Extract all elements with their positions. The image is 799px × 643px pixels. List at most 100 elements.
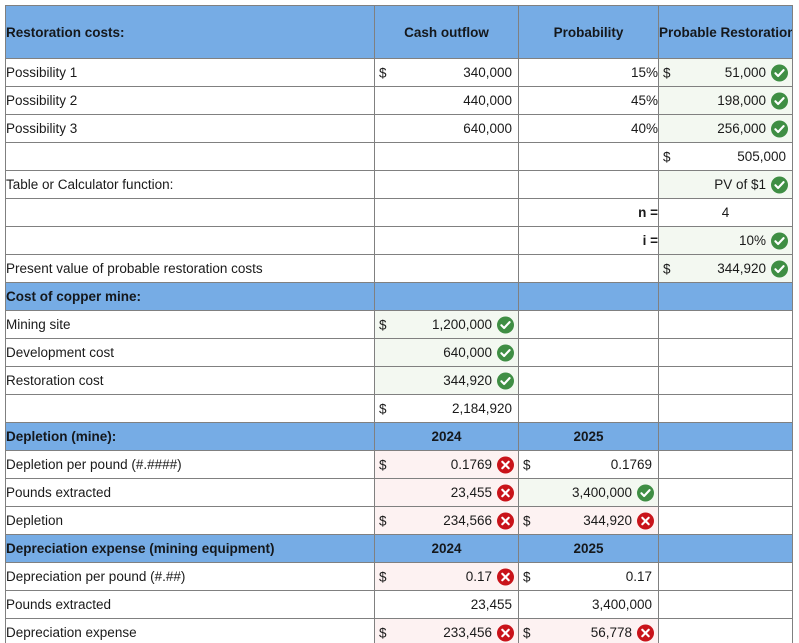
cell-empty[interactable] — [518, 254, 659, 283]
x-circle-icon — [637, 624, 654, 641]
cell-mining-site-value[interactable]: $ 1,200,000 — [374, 310, 519, 339]
cell-cash-outflow-possibility-2[interactable]: 440,000 — [374, 86, 519, 115]
table-row: Present value of probable restoration co… — [5, 254, 793, 283]
table-row: i = 10% — [5, 226, 793, 255]
cell-value: PV of $1 — [714, 177, 766, 192]
cell-depreciation-expense-2024[interactable]: $ 233,456 — [374, 618, 519, 643]
cell-empty — [658, 450, 793, 479]
check-circle-icon — [771, 176, 788, 193]
section-header-row-depletion: Depletion (mine): 2024 2025 — [5, 422, 793, 451]
cell-empty[interactable] — [374, 198, 519, 227]
column-header-depreciation-2024: 2024 — [374, 534, 519, 563]
section-header-row-depreciation: Depreciation expense (mining equipment) … — [5, 534, 793, 563]
cell-probability-possibility-3[interactable]: 40% — [518, 114, 659, 143]
cell-depletion-per-pound-2025[interactable]: $ 0.1769 — [518, 450, 659, 479]
check-circle-icon — [771, 64, 788, 81]
table-row: Depletion per pound (#.####) $ 0.1769 $ … — [5, 450, 793, 479]
label-i-equals: i = — [518, 226, 659, 255]
table-row: Depreciation per pound (#.##) $ 0.17 $ 0… — [5, 562, 793, 591]
currency-symbol: $ — [663, 261, 671, 276]
cell-restoration-cost-value[interactable]: 344,920 — [374, 366, 519, 395]
row-label-depletion: Depletion — [5, 506, 375, 535]
row-label-mining-site: Mining site — [5, 310, 375, 339]
row-label-possibility-2: Possibility 2 — [5, 86, 375, 115]
cell-probability-possibility-2[interactable]: 45% — [518, 86, 659, 115]
cell-pounds-extracted-depreciation-2024[interactable]: 23,455 — [374, 590, 519, 619]
cell-empty[interactable] — [518, 170, 659, 199]
cell-pounds-extracted-depletion-2024[interactable]: 23,455 — [374, 478, 519, 507]
cell-value: 3,400,000 — [591, 597, 652, 612]
cell-cash-outflow-possibility-3[interactable]: 640,000 — [374, 114, 519, 143]
column-header-depreciation-2025: 2025 — [518, 534, 659, 563]
table-row: Depletion $ 234,566 $ 344,920 — [5, 506, 793, 535]
header-cost-of-copper-mine: Cost of copper mine: — [5, 282, 375, 311]
check-circle-icon — [771, 260, 788, 277]
cell-empty — [658, 310, 793, 339]
cell-depletion-2024[interactable]: $ 234,566 — [374, 506, 519, 535]
cell-empty[interactable] — [374, 254, 519, 283]
cell-value: 0.17 — [625, 569, 652, 584]
table-row-total: $ 505,000 — [5, 142, 793, 171]
cell-calculator-function-value[interactable]: PV of $1 — [658, 170, 793, 199]
row-label-pounds-extracted-depreciation: Pounds extracted — [5, 590, 375, 619]
cell-empty — [658, 338, 793, 367]
x-circle-icon — [497, 456, 514, 473]
row-label-depreciation-per-pound: Depreciation per pound (#.##) — [5, 562, 375, 591]
cell-empty[interactable] — [374, 170, 519, 199]
cell-present-value-probable-restoration-costs[interactable]: $ 344,920 — [658, 254, 793, 283]
cell-empty — [518, 366, 659, 395]
cell-value: 10% — [738, 233, 766, 248]
cell-cash-outflow-possibility-1[interactable]: $ 340,000 — [374, 58, 519, 87]
x-circle-icon — [637, 512, 654, 529]
table-row: Possibility 2 440,000 45% 198,000 — [5, 86, 793, 115]
cell-value: 505,000 — [737, 149, 786, 164]
currency-symbol: $ — [379, 625, 387, 640]
cell-probable-restoration-cost-possibility-3[interactable]: 256,000 — [658, 114, 793, 143]
cell-total-probable-restoration-cost: $ 505,000 — [658, 142, 793, 171]
cell-probable-restoration-cost-possibility-2[interactable]: 198,000 — [658, 86, 793, 115]
label-n-equals: n = — [518, 198, 659, 227]
cell-value: 640,000 — [463, 121, 512, 136]
cell-empty[interactable] — [374, 142, 519, 171]
row-label-possibility-3: Possibility 3 — [5, 114, 375, 143]
currency-symbol: $ — [379, 457, 387, 472]
table-row: n = 4 — [5, 198, 793, 227]
row-label-blank — [5, 226, 375, 255]
cell-probability-possibility-1[interactable]: 15% — [518, 58, 659, 87]
table-row: Pounds extracted 23,455 3,400,000 — [5, 478, 793, 507]
cell-depletion-per-pound-2024[interactable]: $ 0.1769 — [374, 450, 519, 479]
cell-empty — [658, 394, 793, 423]
row-label-depletion-per-pound: Depletion per pound (#.####) — [5, 450, 375, 479]
header-blank-cell — [658, 422, 793, 451]
currency-symbol: $ — [523, 457, 531, 472]
row-label-pounds-extracted: Pounds extracted — [5, 478, 375, 507]
cell-depreciation-expense-2025[interactable]: $ 56,778 — [518, 618, 659, 643]
header-depletion-mine: Depletion (mine): — [5, 422, 375, 451]
cell-empty[interactable] — [518, 142, 659, 171]
cell-depreciation-per-pound-2025[interactable]: $ 0.17 — [518, 562, 659, 591]
header-restoration-costs: Restoration costs: — [5, 5, 375, 59]
currency-symbol: $ — [379, 569, 387, 584]
header-depreciation-expense: Depreciation expense (mining equipment) — [5, 534, 375, 563]
check-circle-icon — [771, 232, 788, 249]
cell-i-value[interactable]: 10% — [658, 226, 793, 255]
row-label-depreciation-expense: Depreciation expense — [5, 618, 375, 643]
table-row: Possibility 1 $ 340,000 15% $ 51,000 — [5, 58, 793, 87]
cell-value: 2,184,920 — [451, 401, 512, 416]
x-circle-icon — [497, 484, 514, 501]
column-header-probability: Probability — [518, 5, 659, 59]
check-circle-icon — [637, 484, 654, 501]
cell-depreciation-per-pound-2024[interactable]: $ 0.17 — [374, 562, 519, 591]
header-blank-cell — [658, 282, 793, 311]
cell-value: 440,000 — [463, 93, 512, 108]
cell-empty[interactable] — [374, 226, 519, 255]
cell-development-cost-value[interactable]: 640,000 — [374, 338, 519, 367]
worksheet-table: Restoration costs: Cash outflow Probabil… — [5, 5, 793, 643]
cell-n-value[interactable]: 4 — [658, 198, 793, 227]
currency-symbol: $ — [379, 513, 387, 528]
row-label-blank — [5, 394, 375, 423]
cell-depletion-2025[interactable]: $ 344,920 — [518, 506, 659, 535]
cell-pounds-extracted-depletion-2025[interactable]: 3,400,000 — [518, 478, 659, 507]
cell-probable-restoration-cost-possibility-1[interactable]: $ 51,000 — [658, 58, 793, 87]
cell-pounds-extracted-depreciation-2025[interactable]: 3,400,000 — [518, 590, 659, 619]
